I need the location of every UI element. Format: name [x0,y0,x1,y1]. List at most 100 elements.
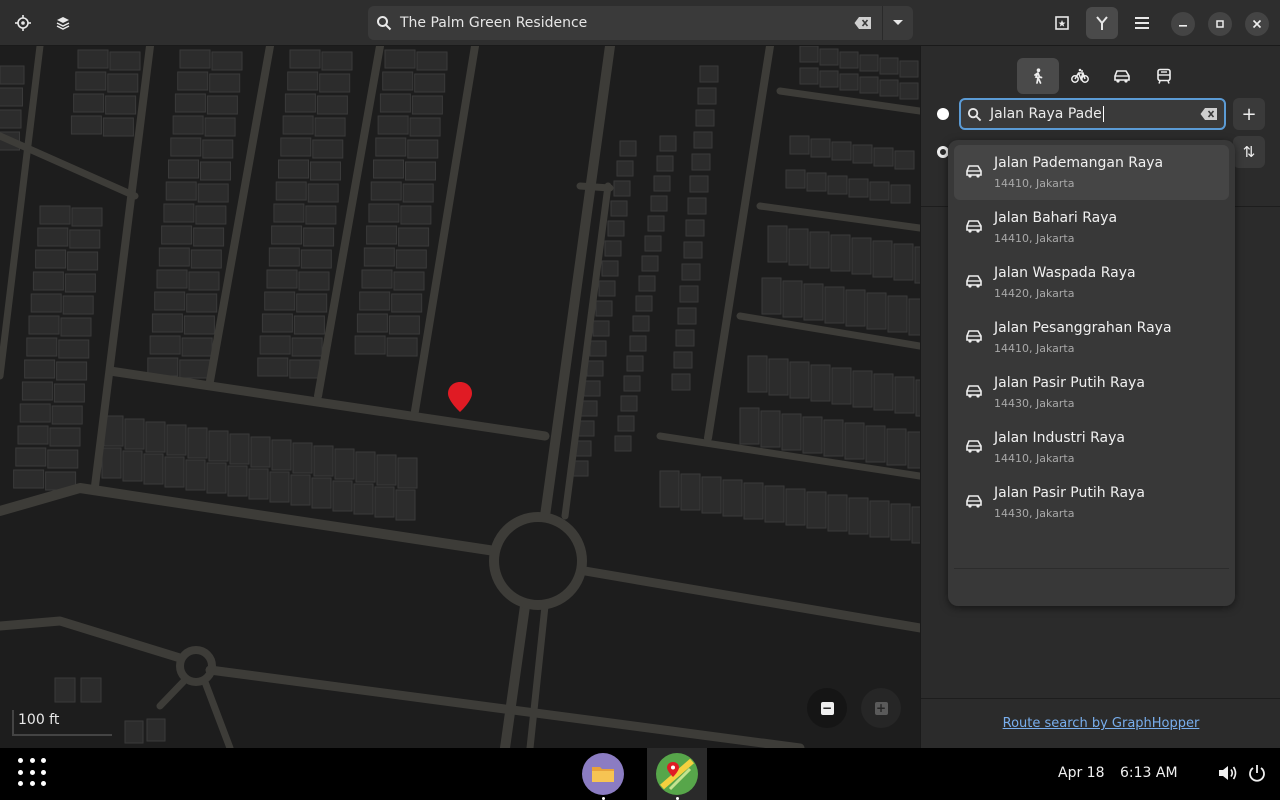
building [26,337,58,357]
building [613,180,631,197]
building [268,247,300,267]
suggestion-detail: 14410, Jakarta [994,177,1075,190]
building [848,497,869,535]
building [156,269,188,289]
favorites-button[interactable] [1046,7,1078,39]
suggestion-detail: 14410, Jakarta [994,232,1075,245]
suggestion-row[interactable]: Jalan Pasir Putih Raya 14430, Jakarta [954,365,1229,420]
building [601,260,619,277]
building [30,293,62,313]
zoom-in-button[interactable]: + [861,688,901,728]
building [19,403,51,423]
building [356,313,388,333]
building [395,489,416,521]
clear-route-entry-button[interactable] [1200,107,1218,121]
mode-pedestrian-button[interactable] [1017,58,1059,94]
building [366,225,398,245]
building [15,447,47,467]
suggestion-row[interactable]: Jalan Waspada Raya 14420, Jakarta [954,255,1229,310]
route-planner-toggle[interactable] [1086,7,1118,39]
map-view[interactable]: 100 ft − + [0,46,920,748]
building [890,503,911,541]
building [168,159,199,179]
building [105,95,137,115]
building [659,135,677,152]
building [395,249,427,269]
building [287,71,319,91]
graphhopper-link[interactable]: Route search by GraphHopper [1003,716,1200,731]
clock-label[interactable]: 6:13 AM [1120,765,1178,781]
popover-divider [954,568,1229,569]
building [248,468,269,500]
building [580,400,598,417]
building [377,115,409,135]
reverse-route-button[interactable]: ⇅ [1233,136,1265,168]
building [680,473,701,511]
building [143,453,164,485]
volume-button[interactable] [1218,764,1238,786]
building [154,291,186,311]
place-search-entry[interactable]: The Palm Green Residence [368,6,882,40]
building [28,315,60,335]
suggestion-row[interactable]: Jalan Pademangan Raya 14410, Jakarta [954,145,1229,200]
clear-search-button[interactable] [854,16,872,30]
route-start-entry[interactable]: Jalan Raya Pade [959,98,1226,130]
building [314,117,346,137]
app-grid-dot [41,769,47,775]
building [211,51,243,71]
building [375,137,407,157]
maximize-button[interactable] [1208,12,1232,36]
main-menu-button[interactable] [1126,7,1158,39]
building [188,271,220,291]
app-grid-dot [41,758,47,763]
maps-app-button[interactable] [647,748,707,800]
building [206,95,238,115]
building [617,415,635,432]
search-dropdown-button[interactable] [882,6,913,40]
building [641,255,659,272]
building [209,73,241,93]
building [632,315,650,332]
mode-bicycle-button[interactable] [1059,58,1101,94]
building [80,677,102,703]
building [722,479,743,517]
building [146,718,166,742]
building [37,227,69,247]
building [768,358,789,396]
close-window-button[interactable] [1245,12,1269,36]
suggestion-row[interactable]: Jalan Industri Raya 14410, Jakarta [954,420,1229,475]
building [827,494,848,532]
building [179,359,211,379]
locate-button[interactable] [7,7,39,39]
suggestion-detail: 14410, Jakarta [994,452,1075,465]
layers-button[interactable] [47,7,79,39]
mode-transit-button[interactable] [1143,58,1185,94]
zoom-out-button[interactable]: − [807,688,847,728]
app-grid-button[interactable] [18,758,50,790]
power-button[interactable] [1248,764,1266,786]
building [619,140,637,157]
building [802,416,823,454]
suggestion-row[interactable]: Jalan Bahari Raya 14410, Jakarta [954,200,1229,255]
suggestion-row[interactable]: Jalan Pasir Putih Raya 14430, Jakarta [954,475,1229,530]
building [271,439,292,471]
building [190,249,222,269]
building [839,51,859,69]
building [101,447,122,479]
building [859,54,879,72]
building [193,227,225,247]
app-grid-dot [29,781,35,787]
suggestion-row[interactable]: Jalan Pesanggrahan Raya 14410, Jakarta [954,310,1229,365]
files-app-button[interactable] [573,748,633,800]
building [179,49,211,69]
date-label[interactable]: Apr 18 [1058,765,1104,781]
building [689,175,709,193]
building [289,49,321,69]
mode-car-button[interactable] [1101,58,1143,94]
building [149,335,181,355]
building [250,436,271,468]
minimize-button[interactable] [1171,12,1195,36]
add-via-button[interactable]: + [1233,98,1265,130]
building [879,57,899,75]
building [391,293,423,313]
